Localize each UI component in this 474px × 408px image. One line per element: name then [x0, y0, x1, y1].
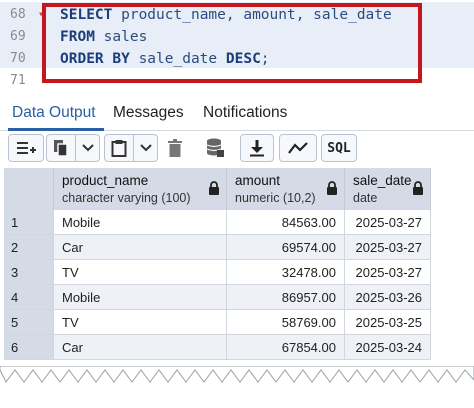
column-name: amount	[235, 173, 281, 188]
row-number[interactable]: 6	[4, 335, 54, 360]
table-cell[interactable]: 69574.00	[227, 235, 345, 260]
table-cell[interactable]: Mobile	[54, 210, 227, 235]
chevron-down-icon	[139, 144, 152, 152]
column-header-sale-date[interactable]: sale_date date	[345, 168, 431, 210]
line-chart-icon	[288, 142, 308, 154]
table-row[interactable]: 6 Car 67854.00 2025-03-24	[4, 335, 440, 360]
table-cell[interactable]: 2025-03-24	[345, 335, 431, 360]
graph-visualiser-button[interactable]	[279, 134, 317, 162]
delete-row-button[interactable]	[161, 134, 189, 162]
column-header-product-name[interactable]: product_name character varying (100)	[54, 168, 227, 210]
table-row[interactable]: 5 TV 58769.00 2025-03-25	[4, 310, 440, 335]
table-cell[interactable]: TV	[54, 310, 227, 335]
table-cell[interactable]: 2025-03-26	[345, 285, 431, 310]
column-name: product_name	[62, 173, 149, 188]
paste-icon	[111, 140, 127, 157]
table-cell[interactable]: Car	[54, 235, 227, 260]
table-row[interactable]: 3 TV 32478.00 2025-03-27	[4, 260, 440, 285]
save-data-button[interactable]	[200, 134, 230, 162]
line-number: 71	[10, 73, 26, 88]
row-number[interactable]: 4	[4, 285, 54, 310]
table-row[interactable]: 1 Mobile 84563.00 2025-03-27	[4, 210, 440, 235]
tab-notifications[interactable]: Notifications	[203, 104, 287, 122]
database-save-icon	[206, 138, 224, 157]
table-cell[interactable]: Mobile	[54, 285, 227, 310]
column-header-amount[interactable]: amount numeric (10,2)	[227, 168, 345, 210]
results-toolbar: SQL	[0, 134, 474, 164]
table-cell[interactable]: 86957.00	[227, 285, 345, 310]
copy-icon	[54, 140, 68, 157]
active-tab-indicator	[8, 128, 104, 131]
paste-button[interactable]	[104, 134, 134, 162]
sql-editor[interactable]: 68 ▾ SELECT product_name, amount, sale_dat…	[0, 0, 474, 98]
table-cell[interactable]: Car	[54, 335, 227, 360]
table-cell[interactable]: 2025-03-27	[345, 235, 431, 260]
lock-icon	[412, 181, 424, 200]
row-number[interactable]: 5	[4, 310, 54, 335]
column-type: character varying (100)	[62, 191, 191, 205]
sql-label: SQL	[327, 140, 351, 156]
download-button[interactable]	[240, 134, 274, 162]
paste-options-dropdown[interactable]	[134, 134, 158, 162]
column-type: numeric (10,2)	[235, 191, 316, 205]
copy-options-dropdown[interactable]	[76, 134, 100, 162]
table-cell[interactable]: 67854.00	[227, 335, 345, 360]
row-number[interactable]: 3	[4, 260, 54, 285]
row-number[interactable]: 2	[4, 235, 54, 260]
query-highlight-box	[42, 3, 422, 83]
table-cell[interactable]: 2025-03-27	[345, 260, 431, 285]
tab-data-output[interactable]: Data Output	[12, 104, 96, 122]
line-number: 70	[10, 51, 26, 66]
table-cell[interactable]: 32478.00	[227, 260, 345, 285]
table-cell[interactable]: 84563.00	[227, 210, 345, 235]
add-row-icon	[17, 142, 36, 154]
table-cell[interactable]: 58769.00	[227, 310, 345, 335]
table-cell[interactable]: 2025-03-25	[345, 310, 431, 335]
row-number-header	[4, 168, 54, 210]
table-row[interactable]: 2 Car 69574.00 2025-03-27	[4, 235, 440, 260]
trash-icon	[168, 139, 182, 157]
line-number: 69	[10, 29, 26, 44]
chevron-down-icon	[81, 144, 94, 152]
torn-paper-edge	[0, 366, 474, 383]
table-cell[interactable]: 2025-03-27	[345, 210, 431, 235]
lock-icon	[208, 181, 220, 200]
results-tab-bar: Data Output Messages Notifications	[0, 98, 474, 131]
table-row[interactable]: 4 Mobile 86957.00 2025-03-26	[4, 285, 440, 310]
sql-button[interactable]: SQL	[321, 134, 357, 162]
copy-button[interactable]	[46, 134, 76, 162]
line-number: 68	[10, 7, 26, 22]
column-type: date	[353, 191, 378, 205]
add-row-button[interactable]	[8, 134, 44, 162]
table-cell[interactable]: TV	[54, 260, 227, 285]
lock-icon	[326, 181, 338, 200]
column-name: sale_date	[353, 173, 412, 188]
tab-messages[interactable]: Messages	[113, 104, 184, 122]
row-number[interactable]: 1	[4, 210, 54, 235]
download-icon	[250, 140, 264, 157]
